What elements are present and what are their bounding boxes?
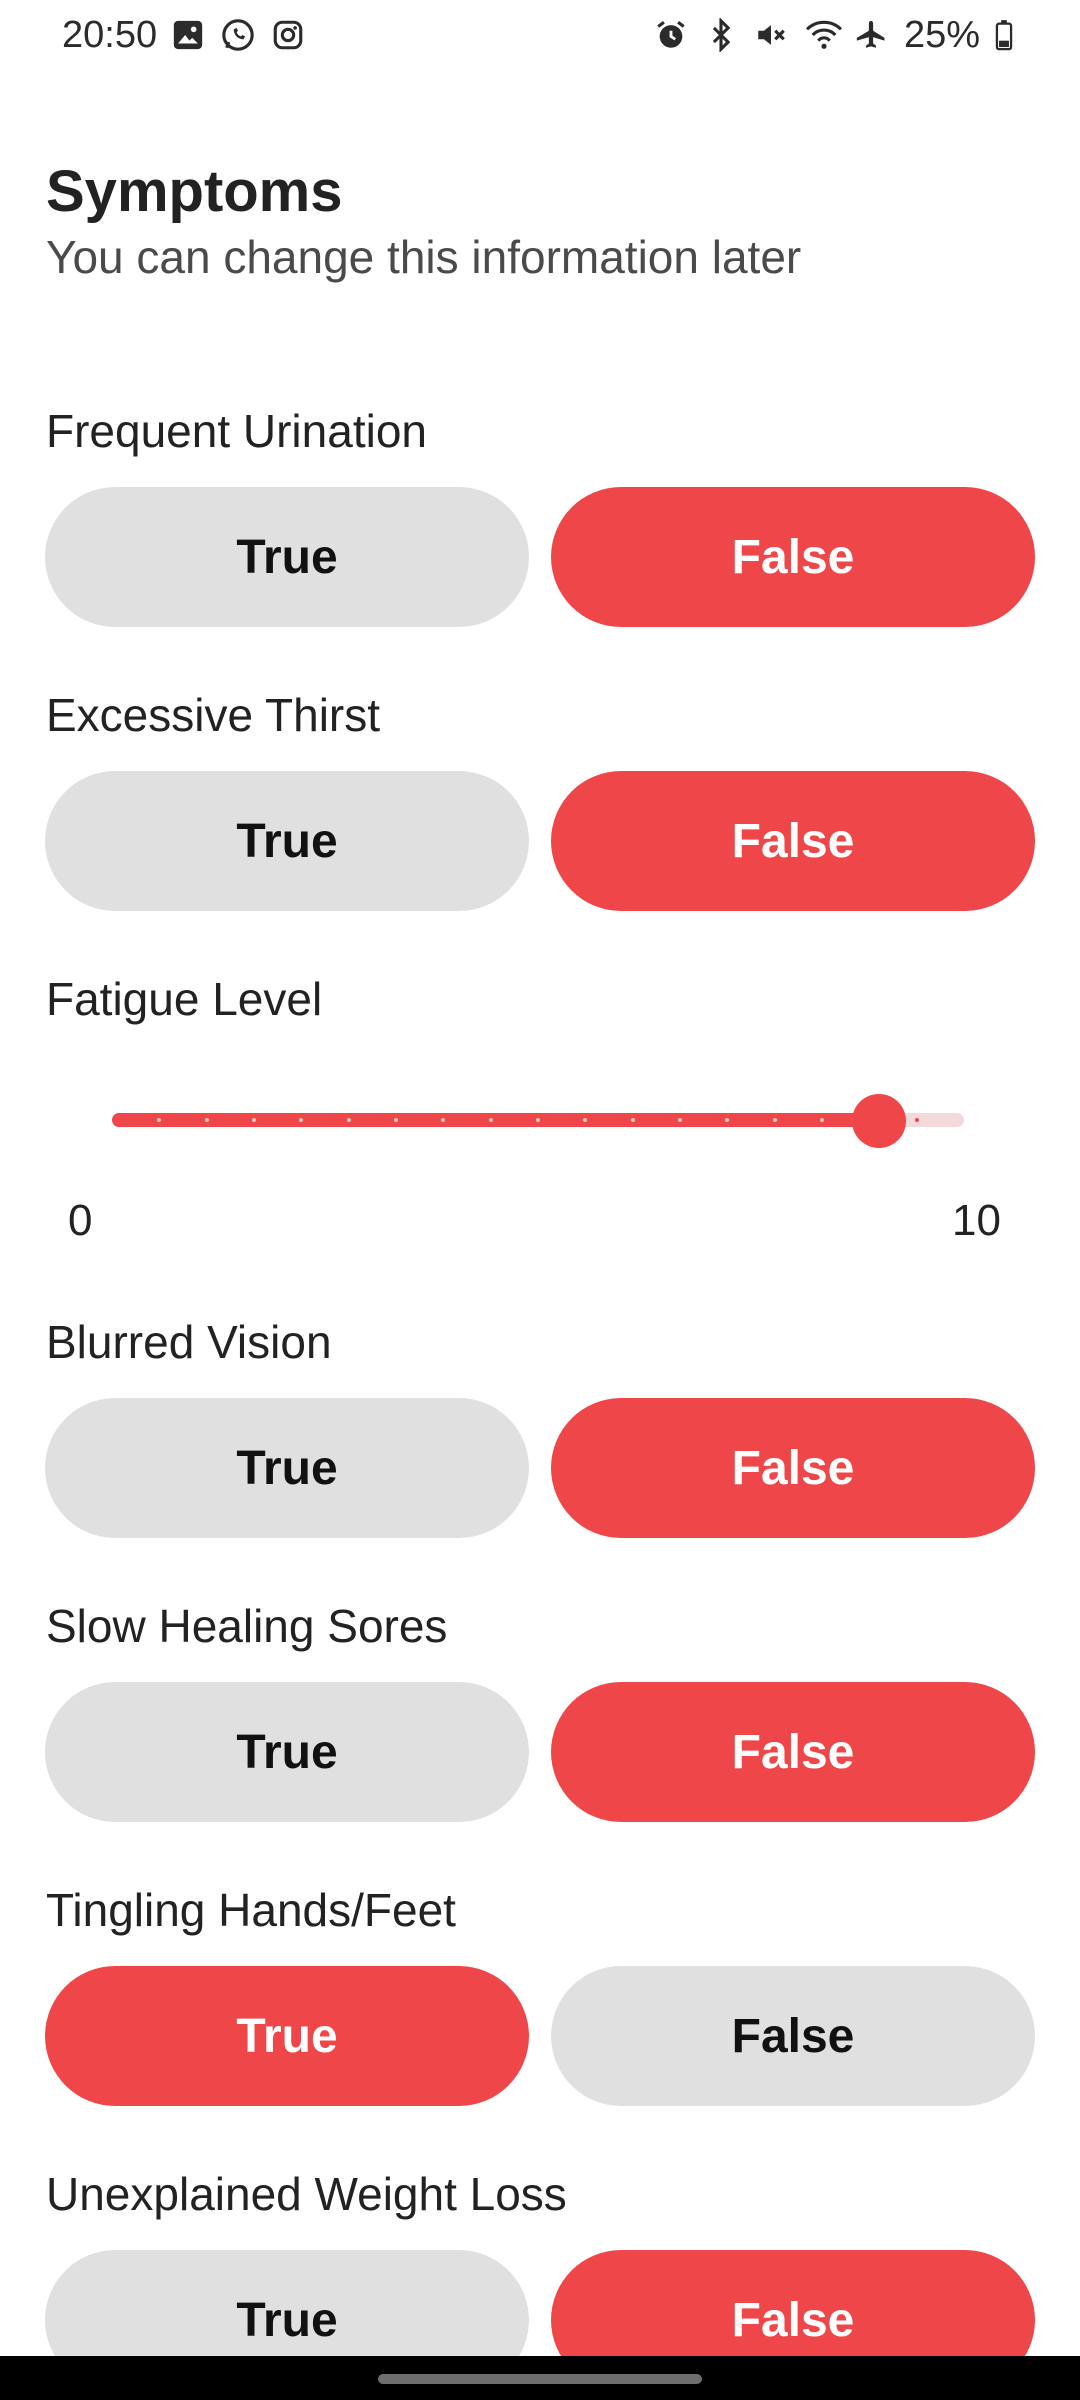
blurred-vision-false-button[interactable]: False — [551, 1398, 1035, 1538]
fatigue-slider-tick — [678, 1118, 682, 1122]
fatigue-slider-max-label: 10 — [952, 1196, 1001, 1245]
fatigue-slider-tick — [204, 1118, 209, 1122]
home-gesture-handle[interactable] — [378, 2374, 702, 2384]
status-left: 20:50 — [62, 14, 307, 57]
fatigue-slider-tick — [820, 1118, 824, 1122]
mute-icon — [754, 18, 790, 54]
fatigue-slider-tick — [630, 1118, 635, 1122]
page-subtitle: You can change this information later — [46, 230, 802, 283]
question-label-slow-healing-sores: Slow Healing Sores — [46, 1600, 448, 1652]
fatigue-slider-tick — [394, 1118, 398, 1122]
status-time: 20:50 — [62, 14, 158, 56]
fatigue-slider-tick — [346, 1118, 351, 1122]
question-label-tingling-hands-feet: Tingling Hands/Feet — [46, 1884, 456, 1936]
fatigue-slider-tick — [772, 1118, 777, 1122]
airplane-icon — [854, 18, 890, 54]
status-right: 25% — [654, 14, 1030, 57]
fatigue-slider-min-label: 0 — [68, 1196, 93, 1245]
fatigue-slider-tick — [536, 1118, 540, 1122]
tingling-hands-feet-false-button[interactable]: False — [551, 1966, 1035, 2106]
fatigue-slider-tick — [914, 1118, 919, 1122]
instagram-icon — [271, 18, 307, 54]
fatigue-slider-thumb[interactable] — [851, 1094, 906, 1148]
question-label-unexplained-weight-loss: Unexplained Weight Loss — [46, 2168, 567, 2220]
whatsapp-icon — [221, 18, 257, 54]
question-label-frequent-urination: Frequent Urination — [46, 405, 427, 457]
gallery-icon — [171, 18, 207, 54]
battery-icon — [994, 18, 1030, 54]
navigation-bar — [0, 2356, 1080, 2400]
fatigue-slider-tick — [488, 1118, 493, 1122]
page-title: Symptoms — [46, 159, 343, 224]
question-label-blurred-vision: Blurred Vision — [46, 1316, 332, 1368]
blurred-vision-true-button[interactable]: True — [45, 1398, 529, 1538]
battery-percent: 25% — [903, 14, 980, 56]
slow-healing-sores-false-button[interactable]: False — [551, 1682, 1035, 1822]
tingling-hands-feet-true-button[interactable]: True — [45, 1966, 529, 2106]
fatigue-slider-tick — [252, 1118, 256, 1122]
frequent-urination-false-button[interactable]: False — [551, 487, 1035, 627]
excessive-thirst-false-button[interactable]: False — [551, 771, 1035, 911]
alarm-icon — [654, 18, 690, 54]
fatigue-slider-fill — [112, 1113, 879, 1127]
header: Symptoms You can change this information… — [46, 160, 801, 284]
bluetooth-icon — [704, 16, 740, 54]
excessive-thirst-true-button[interactable]: True — [45, 771, 529, 911]
question-label-fatigue-level: Fatigue Level — [46, 973, 323, 1025]
slow-healing-sores-true-button[interactable]: True — [45, 1682, 529, 1822]
question-label-excessive-thirst: Excessive Thirst — [46, 689, 381, 741]
status-bar: 20:50 25% — [0, 0, 1080, 80]
wifi-icon — [804, 18, 843, 54]
frequent-urination-true-button[interactable]: True — [45, 487, 529, 627]
